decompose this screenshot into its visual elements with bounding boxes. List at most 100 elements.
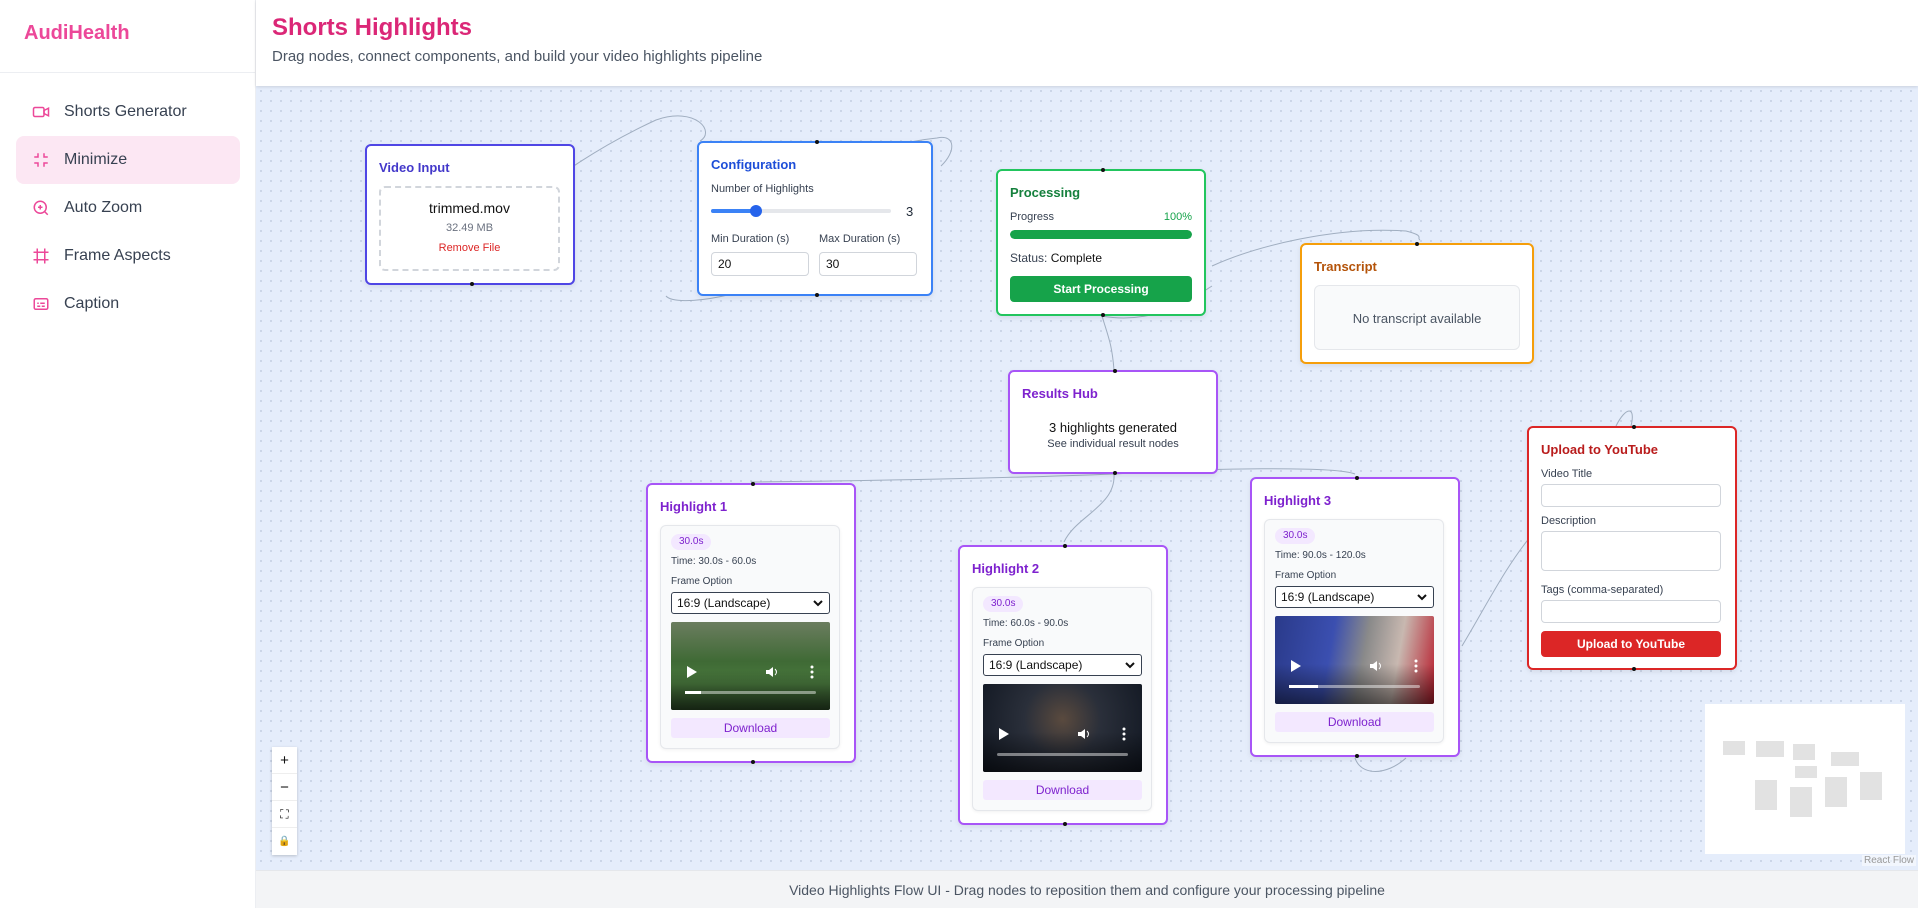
node-handle[interactable] [1113, 471, 1117, 475]
configuration-node[interactable]: Configuration Number of Highlights 3 Min… [697, 140, 933, 297]
time-range: Time: 60.0s - 90.0s [983, 618, 1069, 629]
max-duration-label: Max Duration (s) [819, 233, 901, 245]
minimap[interactable] [1705, 704, 1905, 854]
play-icon[interactable] [687, 666, 697, 678]
status-value: Complete [1050, 251, 1103, 265]
hash-frame-icon [33, 248, 49, 264]
caption-icon [33, 298, 49, 310]
highlights-slider[interactable] [711, 205, 891, 217]
results-hub-node[interactable]: Results Hub 3 highlights generated See i… [1008, 369, 1218, 475]
minimap-node [1793, 744, 1815, 760]
node-handle[interactable] [1101, 168, 1105, 172]
fit-view-button[interactable]: ⛶ [272, 801, 297, 828]
sidebar-item-caption[interactable]: Caption [16, 280, 240, 328]
play-icon[interactable] [1291, 660, 1301, 672]
highlight-card: 30.0s Time: 30.0s - 60.0s Frame Option 1… [660, 525, 840, 749]
node-handle[interactable] [1063, 544, 1067, 548]
brand-logo[interactable]: AudiHealth [24, 22, 130, 45]
progress-fill [1010, 230, 1192, 239]
node-handle[interactable] [1632, 667, 1636, 671]
volume-icon[interactable] [765, 665, 779, 679]
video-timeline[interactable] [997, 753, 1128, 756]
more-options-icon[interactable] [1122, 727, 1126, 741]
max-duration-input[interactable]: 30 [819, 252, 917, 276]
video-title-input[interactable] [1541, 484, 1721, 507]
frame-option-value: 16:9 (Landscape) [677, 596, 771, 610]
node-handle[interactable] [1101, 313, 1105, 317]
transcript-empty-text: No transcript available [1352, 311, 1482, 326]
time-range: Time: 30.0s - 60.0s [671, 556, 757, 567]
upload-youtube-button[interactable]: Upload to YouTube [1541, 631, 1721, 657]
highlight-node-2[interactable]: Highlight 2 30.0s Time: 60.0s - 90.0s Fr… [958, 544, 1168, 826]
time-range: Time: 90.0s - 120.0s [1275, 550, 1366, 561]
node-handle[interactable] [751, 482, 755, 486]
highlight-card: 30.0s Time: 90.0s - 120.0s Frame Option … [1264, 519, 1444, 743]
sidebar-item-label: Minimize [64, 151, 128, 168]
video-timeline[interactable] [685, 691, 816, 694]
description-textarea[interactable] [1541, 531, 1721, 571]
video-timeline[interactable] [1289, 685, 1420, 688]
node-handle[interactable] [815, 140, 819, 144]
sidebar-item-minimize[interactable]: Minimize [16, 136, 240, 184]
volume-icon[interactable] [1369, 659, 1383, 673]
more-options-icon[interactable] [810, 665, 814, 679]
sidebar-item-auto-zoom[interactable]: Auto Zoom [16, 184, 240, 232]
edge-processing-results [1101, 315, 1115, 371]
node-handle[interactable] [815, 293, 819, 297]
sidebar-item-frame-aspects[interactable]: Frame Aspects [16, 232, 240, 280]
youtube-upload-node[interactable]: Upload to YouTube Video Title Descriptio… [1527, 425, 1737, 671]
minimap-node [1825, 777, 1847, 807]
transcript-node[interactable]: Transcript No transcript available [1300, 242, 1534, 364]
file-dropzone[interactable]: trimmed.mov 32.49 MB Remove File [379, 186, 560, 271]
play-icon[interactable] [999, 728, 1009, 740]
frame-option-select[interactable]: 16:9 (Landscape) [1275, 586, 1434, 608]
frame-option-select[interactable]: 16:9 (Landscape) [983, 654, 1142, 676]
node-handle[interactable] [470, 282, 474, 286]
sidebar-item-shorts-generator[interactable]: Shorts Generator [16, 88, 240, 136]
download-button[interactable]: Download [1275, 712, 1434, 732]
page-footer: Video Highlights Flow UI - Drag nodes to… [256, 870, 1918, 908]
highlight-node-1[interactable]: Highlight 1 30.0s Time: 30.0s - 60.0s Fr… [646, 482, 856, 764]
node-handle[interactable] [1355, 754, 1359, 758]
chevron-down-icon [1125, 662, 1135, 669]
frame-option-select[interactable]: 16:9 (Landscape) [671, 592, 830, 614]
react-flow-attribution[interactable]: React Flow [1861, 855, 1916, 866]
video-player[interactable] [671, 622, 830, 710]
video-input-node[interactable]: Video Input trimmed.mov 32.49 MB Remove … [365, 144, 575, 286]
node-title: Highlight 3 [1264, 493, 1332, 508]
duration-badge: 30.0s [671, 534, 712, 550]
video-player[interactable] [1275, 616, 1434, 704]
zoom-out-button[interactable]: − [272, 774, 297, 801]
highlight-node-3[interactable]: Highlight 3 30.0s Time: 90.0s - 120.0s F… [1250, 476, 1460, 758]
min-duration-input[interactable]: 20 [711, 252, 809, 276]
edge-results-h2 [1063, 473, 1115, 543]
slider-thumb[interactable] [750, 205, 762, 217]
more-options-icon[interactable] [1414, 659, 1418, 673]
node-handle[interactable] [1415, 242, 1419, 246]
node-title: Highlight 2 [972, 561, 1040, 576]
flow-canvas[interactable]: Video Input trimmed.mov 32.49 MB Remove … [256, 86, 1918, 870]
video-player[interactable] [983, 684, 1142, 772]
lock-button[interactable]: 🔒 [272, 828, 297, 855]
remove-file-link[interactable]: Remove File [381, 242, 558, 254]
node-handle[interactable] [1632, 425, 1636, 429]
node-handle[interactable] [1063, 822, 1067, 826]
file-name: trimmed.mov [429, 200, 510, 216]
volume-icon[interactable] [1077, 727, 1091, 741]
start-processing-button[interactable]: Start Processing [1010, 276, 1192, 302]
duration-badge: 30.0s [1275, 528, 1316, 544]
chevron-down-icon [813, 600, 823, 607]
node-handle[interactable] [1355, 476, 1359, 480]
edge-youtube-loop [1615, 410, 1633, 427]
processing-node[interactable]: Processing Progress 100% Status: Complet… [996, 168, 1206, 317]
tags-input[interactable] [1541, 600, 1721, 623]
zoom-in-button[interactable]: + [272, 747, 297, 774]
progress-percent: 100% [1163, 211, 1192, 223]
highlights-count-value: 3 [906, 204, 914, 219]
node-handle[interactable] [1113, 369, 1117, 373]
download-button[interactable]: Download [983, 780, 1142, 800]
sidebar-item-label: Auto Zoom [64, 199, 143, 216]
download-button[interactable]: Download [671, 718, 830, 738]
node-handle[interactable] [751, 760, 755, 764]
minimap-node [1756, 741, 1784, 757]
